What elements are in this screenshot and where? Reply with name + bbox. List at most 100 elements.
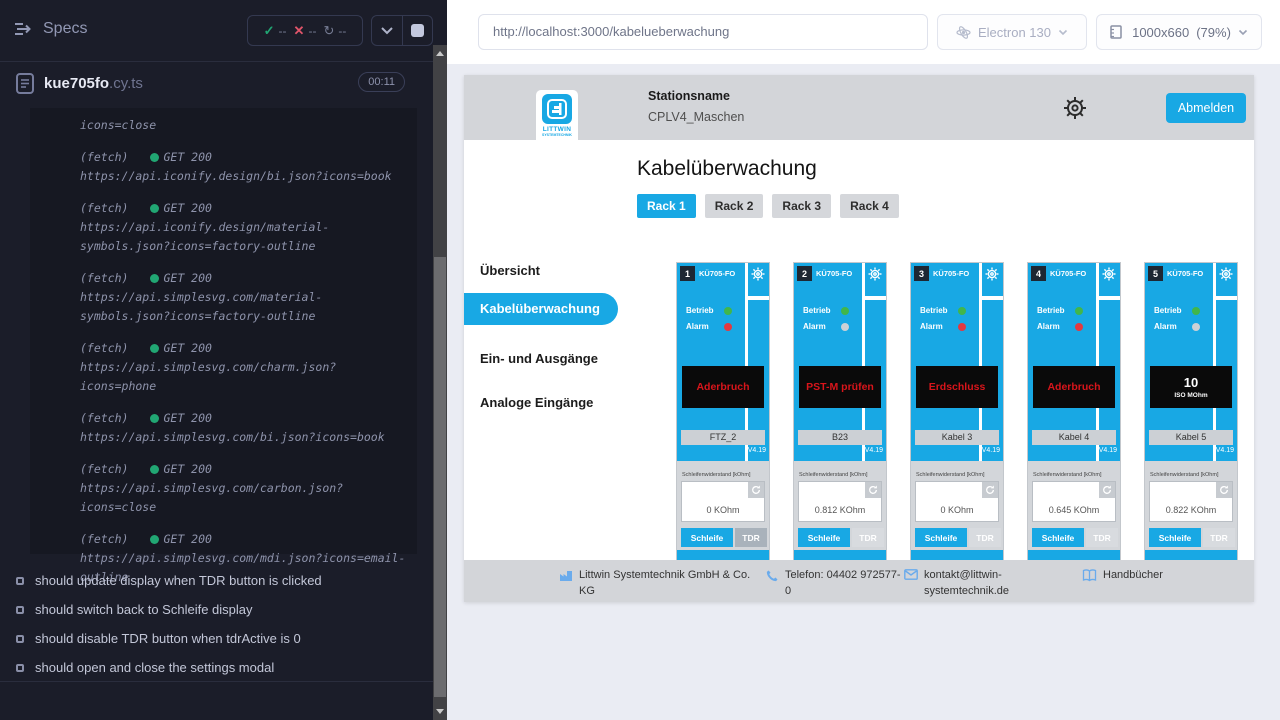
alarm-led xyxy=(1075,323,1083,331)
failed-icon: ✕ xyxy=(294,23,305,39)
request-url: https://api.iconify.design/bi.json?icons… xyxy=(30,167,417,186)
sidebar-item-analoge-eingaenge[interactable]: Analoge Eingänge xyxy=(480,395,593,410)
log-line[interactable]: icons=close xyxy=(30,116,417,135)
test-item[interactable]: should open and close the settings modal xyxy=(16,653,426,682)
littwin-logo: LITTWIN SYSTEMTECHNIK xyxy=(536,90,578,146)
app-preview-area: http://localhost:3000/kabelueberwachung … xyxy=(447,0,1280,720)
refresh-icon xyxy=(1219,485,1229,495)
scroll-up-icon[interactable] xyxy=(436,51,444,56)
alarm-label: Alarm xyxy=(1037,322,1069,331)
card-settings-icon[interactable] xyxy=(868,267,882,281)
betrieb-led xyxy=(1192,307,1200,315)
stop-button[interactable] xyxy=(402,16,433,45)
collapse-button[interactable] xyxy=(372,16,402,45)
request-status: GET 200 xyxy=(163,199,211,218)
card-footer-strip xyxy=(794,550,886,560)
rack-tabs: Rack 1 Rack 2 Rack 3 Rack 4 xyxy=(637,194,899,218)
device-card-5: 5 KÜ705-FO Betrieb Alarm 10 ISO MOhm Kab… xyxy=(1144,262,1238,560)
tab-rack-2[interactable]: Rack 2 xyxy=(705,194,764,218)
refresh-button[interactable] xyxy=(865,482,881,498)
sidebar-item-uebersicht[interactable]: Übersicht xyxy=(480,263,540,278)
status-dot xyxy=(150,344,159,353)
firmware-version: V4.19 xyxy=(1216,447,1234,454)
viewport-size: 1000x660 xyxy=(1132,25,1189,40)
test-item[interactable]: should disable TDR button when tdrActive… xyxy=(16,624,426,653)
tdr-button[interactable]: TDR xyxy=(735,528,767,547)
status-display: Aderbruch xyxy=(1033,366,1115,408)
fetch-entry[interactable]: (fetch)GET 200 https://api.simplesvg.com… xyxy=(30,409,417,447)
test-item[interactable]: should update display when TDR button is… xyxy=(16,566,426,595)
card-settings-icon[interactable] xyxy=(985,267,999,281)
request-url: symbols.json?icons=factory-outline xyxy=(30,307,417,326)
fetch-entry[interactable]: (fetch)GET 200 https://api.simplesvg.com… xyxy=(30,339,417,396)
request-status: GET 200 xyxy=(163,460,211,479)
refresh-button[interactable] xyxy=(982,482,998,498)
alarm-label: Alarm xyxy=(1154,322,1186,331)
fetch-entry[interactable]: (fetch)GET 200 https://api.iconify.desig… xyxy=(30,148,417,186)
scroll-down-icon[interactable] xyxy=(436,709,444,714)
schleife-button[interactable]: Schleife xyxy=(915,528,967,547)
status-display: Aderbruch xyxy=(682,366,764,408)
sidebar-item-kabelueberwachung[interactable]: Kabelüberwachung xyxy=(464,293,618,325)
reporter-controls xyxy=(371,15,433,46)
specs-toggle[interactable]: Specs xyxy=(14,20,87,38)
card-footer-strip xyxy=(1145,550,1237,560)
measurement-panel: Schleifenwiderstand [kOhm] 0.822 KOhm xyxy=(1145,471,1237,528)
tab-rack-4[interactable]: Rack 4 xyxy=(840,194,899,218)
measurement-panel: Schleifenwiderstand [kOhm] 0 KOhm xyxy=(677,471,769,528)
request-status: GET 200 xyxy=(163,530,211,549)
device-model: KÜ705-FO xyxy=(1167,269,1203,278)
status-dot xyxy=(150,153,159,162)
request-status: GET 200 xyxy=(163,148,211,167)
url-input[interactable]: http://localhost:3000/kabelueberwachung xyxy=(478,14,928,50)
schleife-button[interactable]: Schleife xyxy=(1032,528,1084,547)
tdr-button[interactable]: TDR xyxy=(1203,528,1235,547)
refresh-button[interactable] xyxy=(1099,482,1115,498)
betrieb-label: Betrieb xyxy=(1154,306,1186,315)
request-url: https://api.iconify.design/material- xyxy=(30,218,417,237)
measurement-panel: Schleifenwiderstand [kOhm] 0.812 KOhm xyxy=(794,471,886,528)
schleife-button[interactable]: Schleife xyxy=(798,528,850,547)
device-card-4: 4 KÜ705-FO Betrieb Alarm Aderbruch Kabel… xyxy=(1027,262,1121,560)
viewport-select[interactable]: 1000x660 (79%) xyxy=(1096,14,1262,50)
duration-badge: 00:11 xyxy=(358,72,405,92)
alarm-led xyxy=(841,323,849,331)
fetch-entry[interactable]: (fetch)GET 200 https://api.simplesvg.com… xyxy=(30,460,417,517)
schleife-button[interactable]: Schleife xyxy=(1149,528,1201,547)
refresh-button[interactable] xyxy=(748,482,764,498)
settings-gear-icon[interactable] xyxy=(1062,95,1088,121)
pending-count: -- xyxy=(338,24,346,38)
browser-select[interactable]: Electron 130 xyxy=(937,14,1087,50)
logout-button[interactable]: Abmelden xyxy=(1166,93,1246,123)
spec-row[interactable]: kue705fo.cy.ts 00:11 xyxy=(0,62,433,106)
tdr-button[interactable]: TDR xyxy=(969,528,1001,547)
betrieb-label: Betrieb xyxy=(686,306,718,315)
request-status: GET 200 xyxy=(163,409,211,428)
footer-manuals[interactable]: Handbücher xyxy=(1082,568,1163,584)
fetch-entry[interactable]: (fetch)GET 200 https://api.simplesvg.com… xyxy=(30,269,417,326)
refresh-button[interactable] xyxy=(1216,482,1232,498)
phone-icon xyxy=(766,569,779,582)
tdr-button[interactable]: TDR xyxy=(1086,528,1118,547)
chevron-down-icon xyxy=(1238,29,1248,36)
measurement-value: 0.812 KOhm xyxy=(799,505,881,515)
station-label: Stationsname xyxy=(648,89,730,103)
fetch-entry[interactable]: (fetch)GET 200 https://api.iconify.desig… xyxy=(30,199,417,256)
cypress-reporter-panel: Specs ✓-- ✕-- ↻-- xyxy=(0,0,447,720)
tab-rack-3[interactable]: Rack 3 xyxy=(772,194,831,218)
tdr-button[interactable]: TDR xyxy=(852,528,884,547)
reporter-scrollbar[interactable] xyxy=(433,45,447,720)
stop-icon xyxy=(411,24,424,37)
card-settings-icon[interactable] xyxy=(751,267,765,281)
iso-unit: ISO MOhm xyxy=(1174,392,1207,399)
tab-rack-1[interactable]: Rack 1 xyxy=(637,194,696,218)
book-icon xyxy=(1082,569,1097,582)
card-settings-icon[interactable] xyxy=(1219,267,1233,281)
sidebar-item-ein-und-ausgaenge[interactable]: Ein- und Ausgänge xyxy=(480,351,598,366)
scrollbar-thumb[interactable] xyxy=(434,257,446,697)
test-item[interactable]: should switch back to Schleife display xyxy=(16,595,426,624)
schleife-button[interactable]: Schleife xyxy=(681,528,733,547)
page-title: Kabelüberwachung xyxy=(637,157,817,181)
app-sidebar: Übersicht Kabelüberwachung Ein- und Ausg… xyxy=(464,140,620,602)
card-settings-icon[interactable] xyxy=(1102,267,1116,281)
